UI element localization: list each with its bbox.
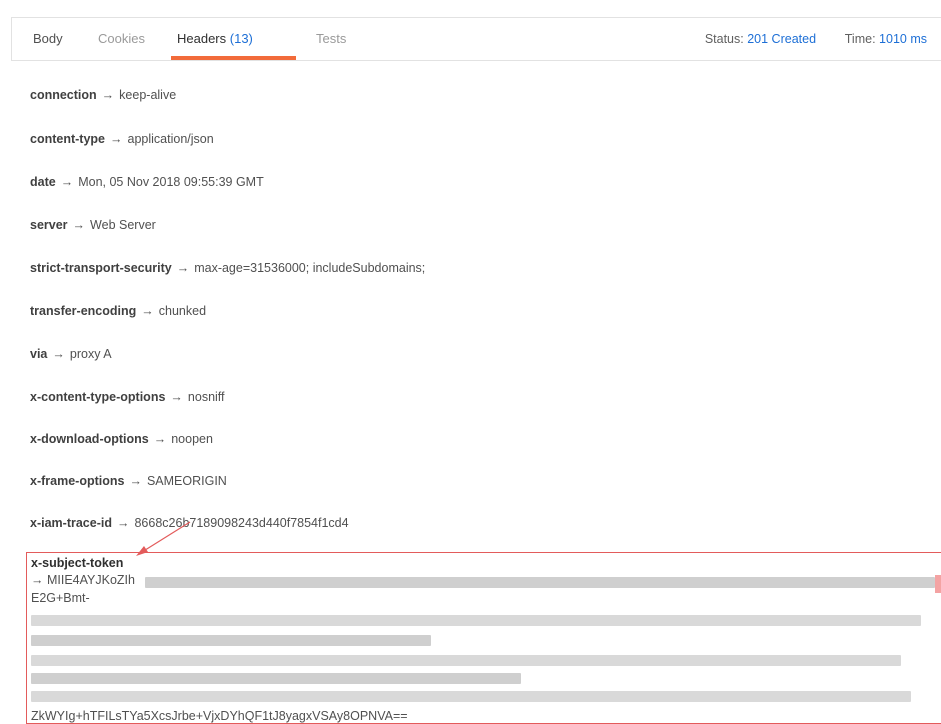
header-value: SAMEORIGIN — [146, 474, 227, 488]
arrow-icon: → — [116, 516, 130, 530]
redaction-blur — [31, 691, 911, 702]
header-key: x-iam-trace-id — [30, 516, 112, 530]
arrow-icon: → — [110, 132, 123, 146]
header-row: x-download-options → noopen — [30, 432, 213, 446]
status-value[interactable]: 201 Created — [747, 32, 816, 46]
tab-tests[interactable]: Tests — [316, 18, 346, 60]
redaction-blur — [31, 673, 521, 684]
header-value: nosniff — [187, 390, 225, 404]
header-row: x-content-type-options → nosniff — [30, 390, 225, 404]
tab-cookies[interactable]: Cookies — [98, 18, 145, 60]
header-row: content-type → application/json — [30, 132, 214, 146]
header-value: 8668c26b7189098243d440f7854f1cd4 — [134, 516, 349, 530]
active-tab-indicator — [171, 56, 296, 60]
redaction-edge — [935, 575, 941, 593]
arrow-icon: → — [60, 175, 74, 189]
header-value: proxy A — [69, 347, 112, 361]
header-value: keep-alive — [119, 88, 177, 102]
redaction-blur — [31, 635, 431, 646]
header-row: x-frame-options → SAMEORIGIN — [30, 474, 227, 488]
arrow-icon: → — [52, 347, 65, 361]
subject-token-value-end: ZkWYIg+hTFILsTYa5XcsJrbe+VjxDYhQF1tJ8yag… — [31, 709, 408, 723]
redaction-blur — [31, 655, 901, 666]
arrow-icon: → — [141, 304, 154, 318]
tab-headers[interactable]: Headers (13) — [177, 18, 253, 60]
header-row: via → proxy A — [30, 347, 112, 361]
header-key: transfer-encoding — [30, 304, 137, 318]
arrow-icon: → — [101, 88, 115, 102]
header-key: content-type — [30, 132, 105, 146]
time-value[interactable]: 1010 ms — [879, 32, 927, 46]
header-key: x-download-options — [30, 432, 149, 446]
header-value: noopen — [171, 432, 213, 446]
subject-token-highlight-box: x-subject-token → MIIE4AYJKoZIh E2G+Bmt-… — [26, 552, 941, 724]
header-row: x-iam-trace-id → 8668c26b7189098243d440f78… — [30, 516, 349, 530]
redaction-blur — [31, 615, 921, 626]
response-tab-bar: Body Cookies Headers (13) Tests Status: … — [11, 17, 941, 61]
subject-token-line-2: E2G+Bmt- — [31, 591, 90, 605]
arrow-icon: → — [176, 261, 190, 275]
header-key: via — [30, 347, 48, 361]
subject-token-key: x-subject-token — [31, 556, 124, 570]
header-value: Mon, 05 Nov 2018 09:55:39 GMT — [78, 175, 264, 189]
header-key: x-content-type-options — [30, 390, 166, 404]
arrow-icon: → — [153, 432, 167, 446]
headers-count-badge: (13) — [229, 31, 253, 46]
redaction-blur — [145, 577, 935, 588]
header-key: connection — [30, 88, 97, 102]
header-value: application/json — [127, 132, 214, 146]
header-row: strict-transport-security → max-age=315360… — [30, 261, 425, 275]
subject-token-value-start: → MIIE4AYJKoZIh — [31, 573, 135, 587]
tab-headers-label: Headers — [177, 31, 227, 46]
header-row: date → Mon, 05 Nov 2018 09:55:39 GMT — [30, 175, 264, 189]
time-label: Time: — [844, 32, 876, 46]
header-value: max-age=31536000; includeSubdomains; — [194, 261, 426, 275]
status-label: Status: — [704, 32, 744, 46]
arrow-icon: → — [129, 474, 142, 488]
header-row: server → Web Server — [30, 218, 156, 232]
header-value: Web Server — [90, 218, 156, 232]
header-key: date — [30, 175, 56, 189]
tab-body[interactable]: Body — [33, 18, 63, 60]
header-row: transfer-encoding → chunked — [30, 304, 206, 318]
arrow-icon: → — [170, 390, 183, 404]
arrow-icon: → — [72, 218, 86, 232]
header-value: chunked — [158, 304, 207, 318]
header-key: strict-transport-security — [30, 261, 172, 275]
response-status: Status: 201 Created Time: 1010 ms — [705, 18, 927, 60]
header-key: server — [30, 218, 68, 232]
header-row: connection → keep-alive — [30, 88, 176, 102]
header-key: x-frame-options — [30, 474, 125, 488]
